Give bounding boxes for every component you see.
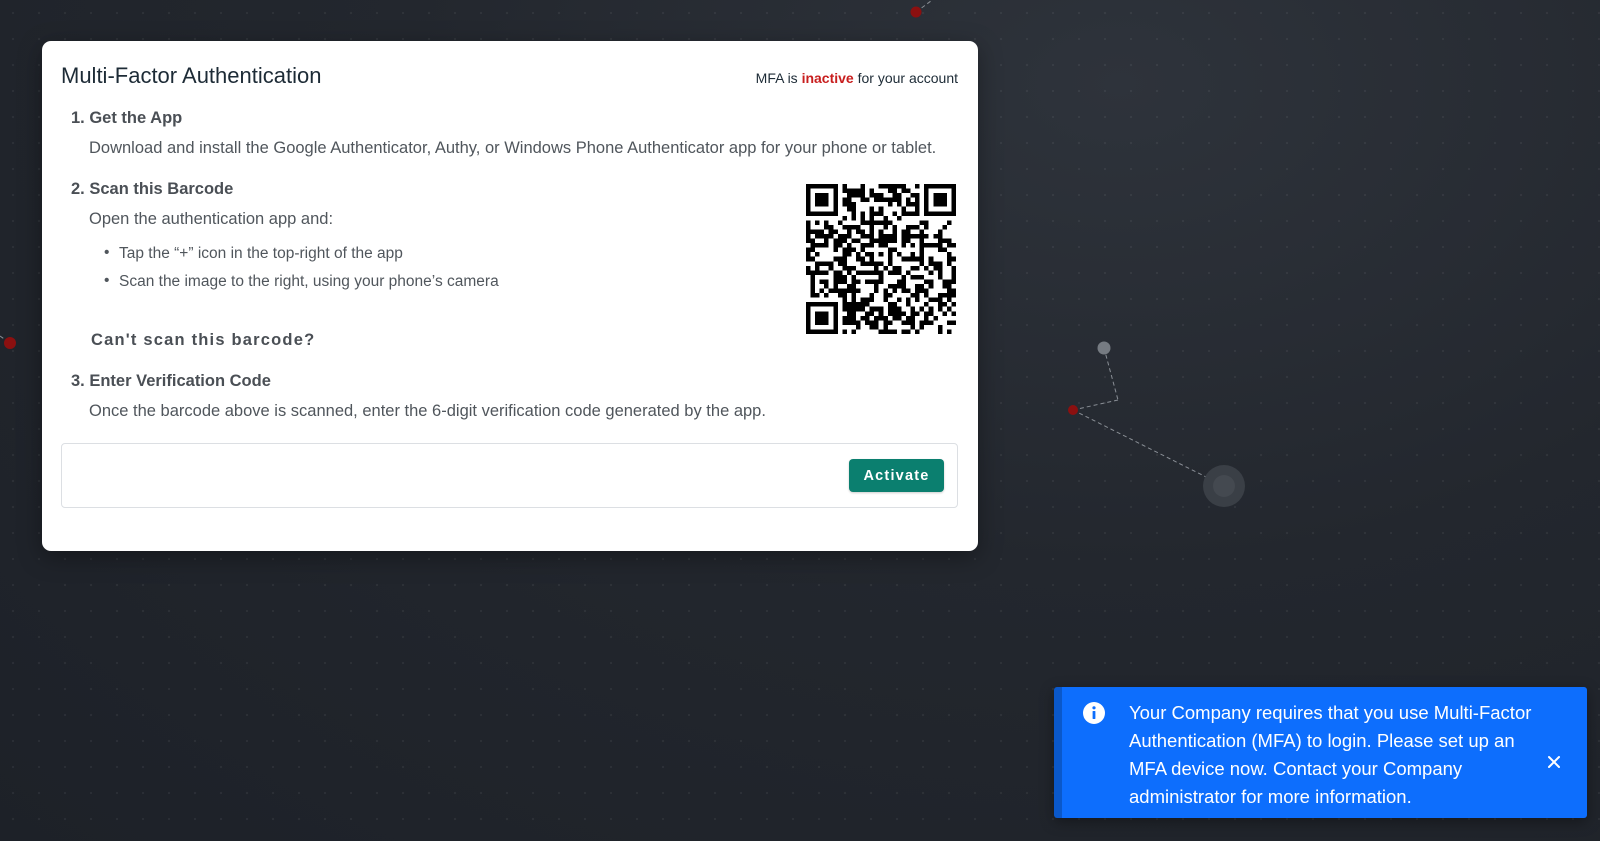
qr-code-icon	[806, 184, 956, 335]
mfa-status-value: inactive	[801, 70, 854, 86]
mfa-status-suffix: for your account	[857, 70, 958, 86]
close-icon[interactable]	[1545, 753, 1563, 771]
step-verify-title: 3. Enter Verification Code	[71, 372, 271, 390]
verification-code-box: Activate	[61, 443, 958, 508]
info-icon	[1083, 702, 1105, 724]
modal-header: Multi-Factor Authentication MFA is inact…	[61, 63, 958, 89]
verification-code-input[interactable]	[62, 444, 849, 507]
step-enter-code: 3. Enter Verification Code Once the barc…	[71, 372, 958, 421]
step-scan-barcode: 2. Scan this Barcode Open the authentica…	[71, 180, 958, 350]
step-verify-description: Once the barcode above is scanned, enter…	[89, 402, 766, 420]
mfa-status-prefix: MFA is	[755, 70, 798, 86]
mfa-status: MFA is inactive for your account	[756, 70, 958, 86]
step-get-app-title: 1. Get the App	[71, 109, 183, 127]
mfa-required-toast: Your Company requires that you use Multi…	[1054, 687, 1587, 818]
mfa-modal: Multi-Factor Authentication MFA is inact…	[42, 41, 978, 551]
modal-title: Multi-Factor Authentication	[61, 63, 322, 88]
cant-scan-barcode-link[interactable]: Can't scan this barcode?	[91, 331, 315, 350]
step-get-app-description: Download and install the Google Authenti…	[89, 139, 937, 157]
toast-message: Your Company requires that you use Multi…	[1129, 702, 1532, 807]
step-get-app: 1. Get the App Download and install the …	[71, 109, 958, 158]
activate-button[interactable]: Activate	[849, 459, 944, 492]
